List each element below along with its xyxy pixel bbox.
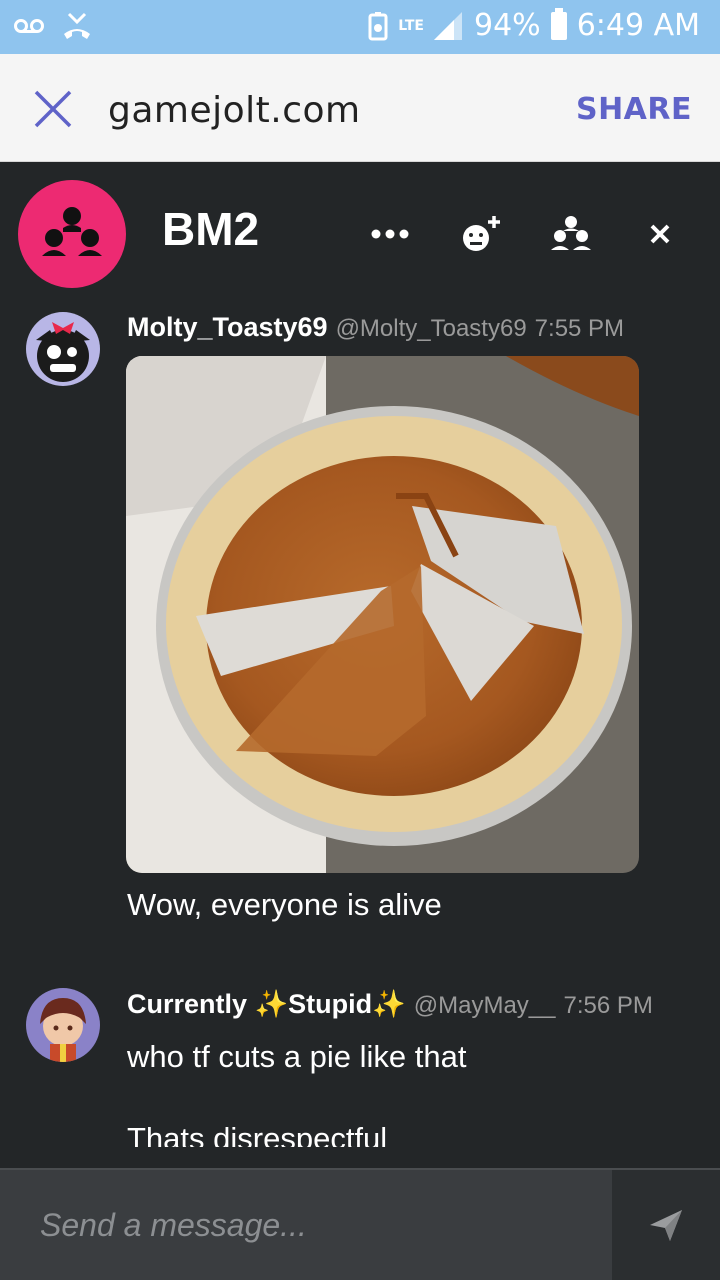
clock: 6:49 AM (576, 8, 700, 43)
share-button[interactable]: SHARE (576, 92, 692, 127)
message-image[interactable] (126, 356, 639, 873)
avatar[interactable] (26, 312, 100, 386)
message-text: Wow, everyone is alive (127, 887, 442, 922)
message-text: Thats disrespectful (127, 1121, 388, 1147)
message-header: Currently ✨Stupid✨ @MayMay__ 7:56 PM (127, 988, 653, 1020)
missed-call-icon (64, 12, 90, 39)
message-time: 7:56 PM (563, 992, 653, 1019)
battery-percent: 94% (474, 8, 541, 43)
battery-icon (550, 7, 567, 40)
message-time: 7:55 PM (534, 315, 625, 342)
members-icon[interactable] (549, 212, 593, 256)
username[interactable]: Currently ✨Stupid✨ (127, 989, 406, 1019)
user-handle: @Molty_Toasty69 (335, 315, 527, 342)
add-friend-icon[interactable] (458, 212, 502, 256)
browser-toolbar: gamejolt.com SHARE (0, 54, 720, 162)
message-input[interactable] (0, 1170, 612, 1280)
message-text: who tf cuts a pie like that (127, 1039, 467, 1074)
group-avatar[interactable] (18, 180, 126, 288)
url-text[interactable]: gamejolt.com (108, 90, 361, 131)
status-bar: LTE 94% 6:49 AM (0, 0, 720, 54)
send-icon (650, 1210, 682, 1241)
close-icon[interactable] (30, 86, 76, 132)
username[interactable]: Molty_Toasty69 (127, 312, 328, 342)
message-header: Molty_Toasty69 @Molty_Toasty69 7:55 PM (127, 312, 624, 343)
message-composer (0, 1168, 720, 1280)
battery-saver-icon (368, 11, 388, 40)
group-icon (42, 207, 102, 256)
signal-icon (434, 11, 462, 40)
send-button[interactable] (612, 1170, 720, 1280)
more-icon[interactable] (368, 212, 412, 256)
chat-header: BM2 (0, 162, 720, 302)
close-chat-icon[interactable] (638, 212, 682, 256)
user-handle: @MayMay__ (413, 992, 556, 1019)
network-type: LTE (398, 17, 424, 34)
chat-title: BM2 (162, 203, 260, 255)
avatar[interactable] (26, 988, 100, 1062)
voicemail-icon (14, 19, 44, 33)
